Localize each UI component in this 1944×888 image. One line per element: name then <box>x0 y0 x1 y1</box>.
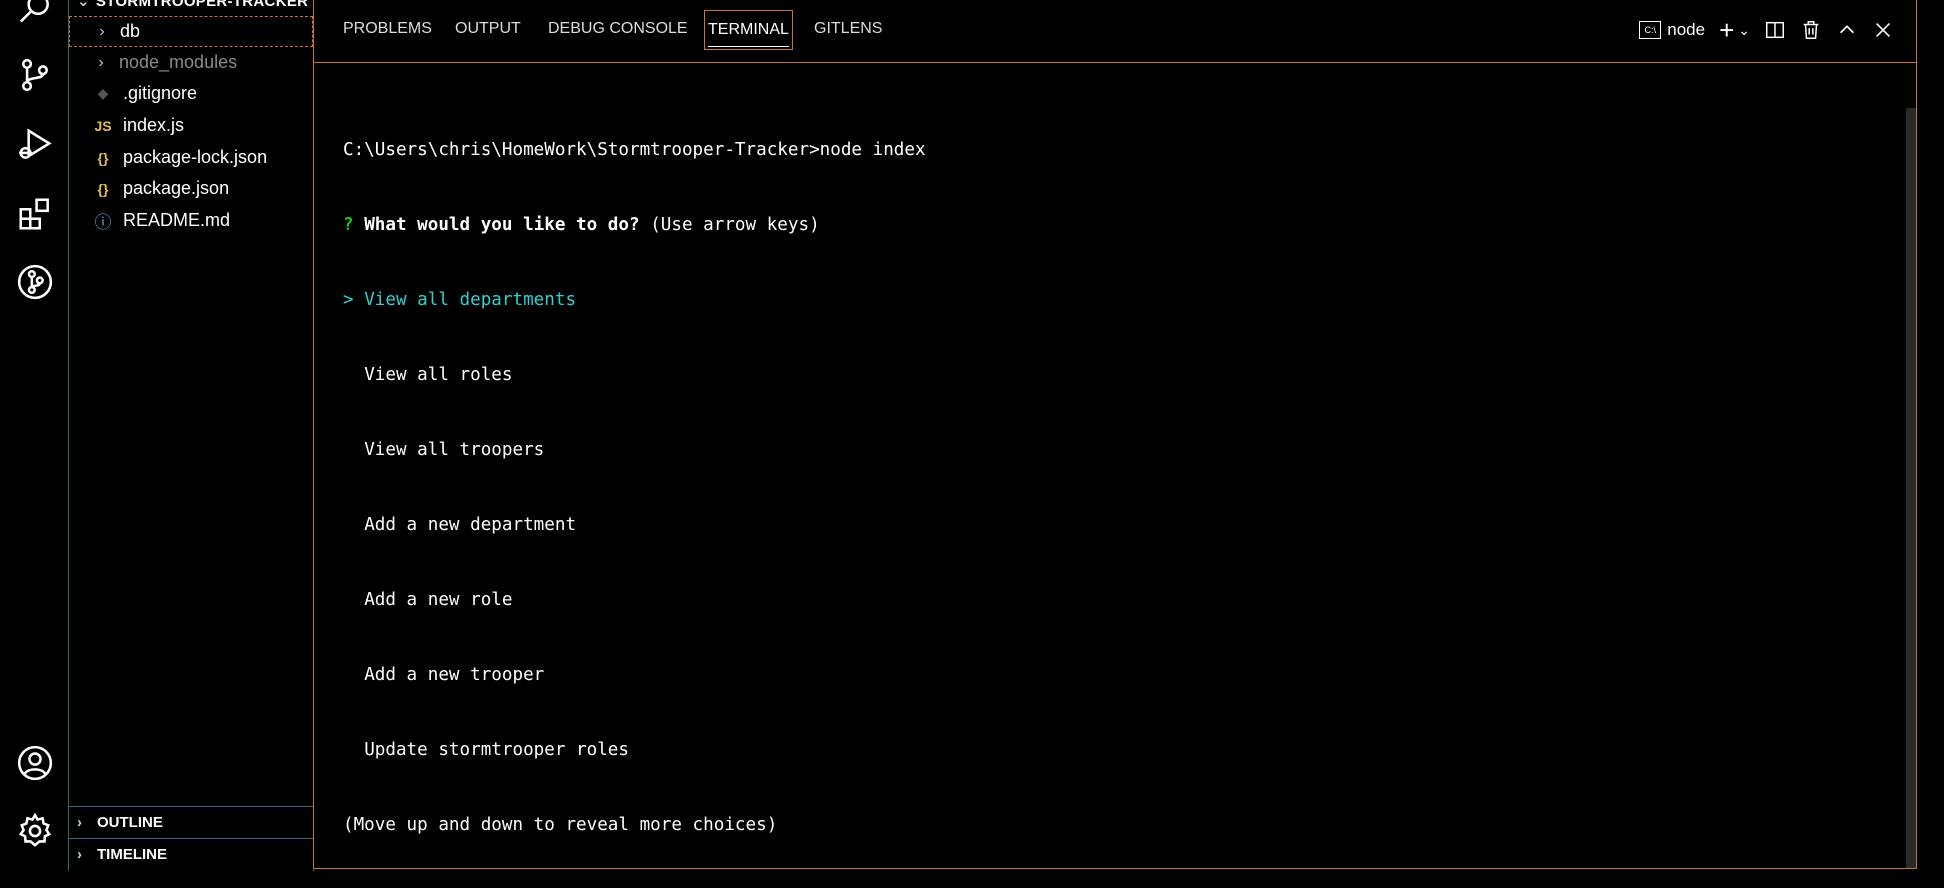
tab-gitlens[interactable]: GITLENS <box>814 16 882 42</box>
terminal-choice[interactable]: View all troopers <box>343 438 926 463</box>
search-icon[interactable] <box>14 0 56 30</box>
trash-icon <box>1803 21 1819 39</box>
tab-output[interactable]: OUTPUT <box>455 16 521 42</box>
choice-label: View all roles <box>364 365 513 385</box>
new-terminal-button[interactable]: + ⌄ <box>1719 15 1750 45</box>
terminal-footer-hint: (Move up and down to reveal more choices… <box>343 815 778 835</box>
split-terminal-button[interactable] <box>1764 19 1786 41</box>
kill-terminal-button[interactable] <box>1800 19 1822 41</box>
tree-item-label: db <box>120 21 141 41</box>
terminal-choice[interactable]: View all roles <box>343 363 926 388</box>
explorer-project-title[interactable]: ⌄ STORMTROOPER-TRACKER <box>77 0 308 12</box>
choice-label: Add a new role <box>364 590 513 610</box>
split-icon <box>1766 21 1784 39</box>
choice-label: View all departments <box>364 290 577 310</box>
outline-label: OUTLINE <box>97 813 163 831</box>
prompt-mark: ? <box>343 215 354 235</box>
tree-item-label: index.js <box>123 115 185 135</box>
tree-item-gitignore[interactable]: ◆ .gitignore <box>69 78 313 109</box>
pointer-icon: > <box>343 290 354 310</box>
choice-label: Add a new department <box>364 515 577 535</box>
terminal-choice[interactable]: Add a new trooper <box>343 663 926 688</box>
gitlens-icon[interactable] <box>14 261 56 303</box>
timeline-section-header[interactable]: › TIMELINE <box>69 838 313 869</box>
terminal-cmd-icon: C:\ <box>1639 21 1662 39</box>
tree-item-label: node_modules <box>119 52 238 72</box>
bottom-panel: PROBLEMS OUTPUT DEBUG CONSOLE TERMINAL G… <box>313 0 1917 869</box>
activity-bar <box>0 0 68 871</box>
terminal-output[interactable]: C:\Users\chris\HomeWork\Stormtrooper-Tra… <box>343 88 926 888</box>
tree-item-label: package-lock.json <box>123 147 268 167</box>
source-control-icon[interactable] <box>14 54 56 96</box>
tab-terminal[interactable]: TERMINAL <box>704 10 793 50</box>
extensions-icon[interactable] <box>14 193 56 235</box>
prompt-hint: (Use arrow keys) <box>650 215 820 235</box>
json-icon: {} <box>97 180 109 197</box>
panel-tab-bar: PROBLEMS OUTPUT DEBUG CONSOLE TERMINAL G… <box>314 0 1916 63</box>
timeline-label: TIMELINE <box>97 845 167 863</box>
chevron-right-icon: › <box>77 813 82 831</box>
tab-debug-console[interactable]: DEBUG CONSOLE <box>548 16 688 42</box>
terminal-name: node <box>1667 20 1706 39</box>
terminal-selector[interactable]: C:\ node <box>1639 20 1705 40</box>
close-icon <box>1875 22 1891 38</box>
tree-item-package-lock-json[interactable]: {} package-lock.json <box>69 142 313 173</box>
tree-item-node-modules[interactable]: › node_modules <box>69 47 313 78</box>
chevron-right-icon: › <box>77 845 82 863</box>
prompt-question: What would you like to do? <box>364 215 640 235</box>
close-panel-button[interactable] <box>1872 19 1894 41</box>
choice-label: View all troopers <box>364 440 545 460</box>
maximize-panel-button[interactable] <box>1836 19 1858 41</box>
terminal-command-line: C:\Users\chris\HomeWork\Stormtrooper-Tra… <box>343 140 926 160</box>
tree-item-label: package.json <box>123 178 230 198</box>
choice-label: Add a new trooper <box>364 665 545 685</box>
tree-item-readme-md[interactable]: ⓘ README.md <box>69 205 313 236</box>
git-icon: ◆ <box>97 85 109 101</box>
terminal-choice-selected[interactable]: > View all departments <box>343 288 926 313</box>
panel-actions: C:\ node + ⌄ <box>1639 14 1894 46</box>
tab-problems[interactable]: PROBLEMS <box>343 16 432 42</box>
chevron-right-icon: › <box>98 53 104 71</box>
explorer-sidebar: ⌄ STORMTROOPER-TRACKER › db › node_module… <box>68 0 314 871</box>
tree-item-label: README.md <box>123 210 231 230</box>
tree-item-label: .gitignore <box>123 83 198 103</box>
plus-icon: + <box>1719 15 1735 45</box>
terminal-scrollbar[interactable] <box>1906 108 1916 868</box>
right-edge <box>1917 0 1944 871</box>
choice-label: Update stormtrooper roles <box>364 740 629 760</box>
account-icon[interactable] <box>14 742 56 784</box>
tree-item-index-js[interactable]: JS index.js <box>69 110 313 141</box>
terminal-choice[interactable]: Add a new role <box>343 588 926 613</box>
outline-section-header[interactable]: › OUTLINE <box>69 806 313 837</box>
js-icon: JS <box>94 117 112 134</box>
terminal-prompt-line: ? What would you like to do? (Use arrow … <box>343 213 926 238</box>
chevron-down-icon: ⌄ <box>77 0 90 10</box>
chevron-right-icon: › <box>99 22 105 40</box>
run-debug-icon[interactable] <box>14 124 56 166</box>
json-icon: {} <box>97 149 109 166</box>
terminal-choice[interactable]: Add a new department <box>343 513 926 538</box>
chevron-up-icon <box>1839 25 1855 34</box>
tree-item-package-json[interactable]: {} package.json <box>69 173 313 204</box>
info-icon: ⓘ <box>94 213 112 232</box>
terminal-choice[interactable]: Update stormtrooper roles <box>343 738 926 763</box>
settings-gear-icon[interactable] <box>14 810 56 852</box>
chevron-down-icon: ⌄ <box>1738 21 1750 38</box>
tree-item-db[interactable]: › db <box>69 16 313 47</box>
